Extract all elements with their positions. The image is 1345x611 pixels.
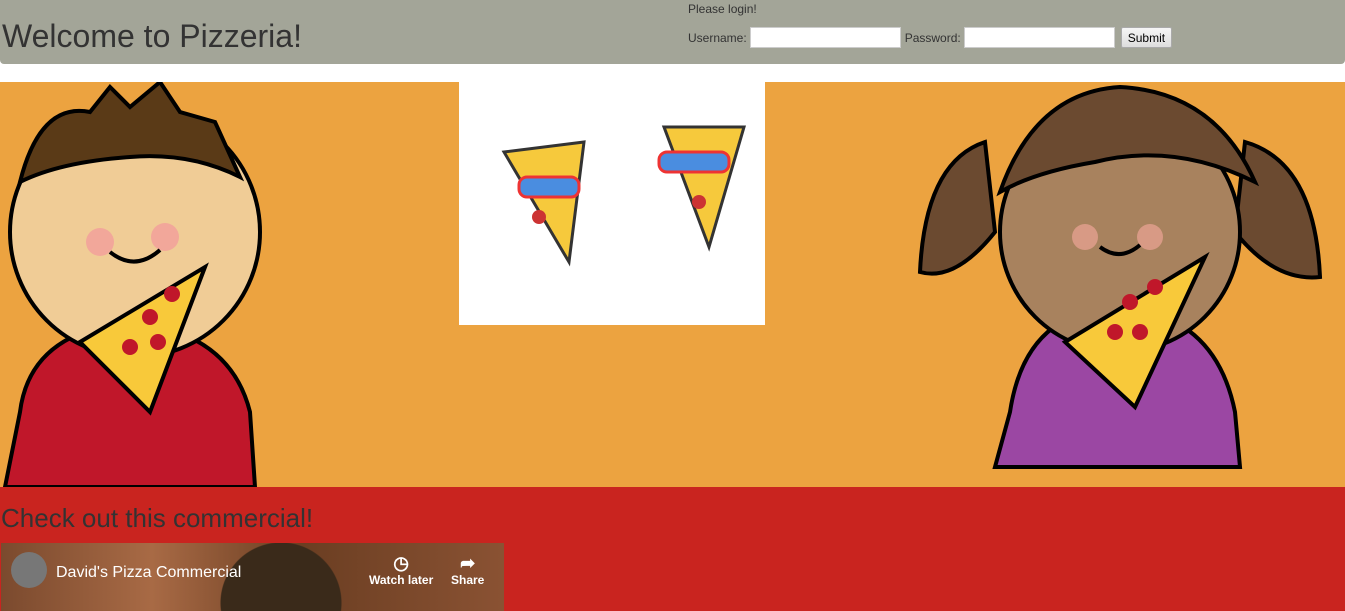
header: Welcome to Pizzeria! Please login! Usern… (0, 0, 1345, 64)
share-button[interactable]: ➦ Share (451, 553, 484, 587)
commercial-heading: Check out this commercial! (1, 503, 314, 533)
hero-band (0, 82, 1345, 487)
girl-eating-pizza-image (917, 84, 1323, 469)
username-input[interactable] (749, 27, 901, 48)
password-input[interactable] (963, 27, 1115, 48)
share-arrow-icon: ➦ (460, 553, 476, 573)
video-player[interactable]: David's Pizza Commercial ◷ Watch later ➦… (1, 543, 504, 611)
login-form: Username: Password: Submit (688, 27, 1173, 48)
login-prompt: Please login! (688, 2, 757, 16)
commercial-section: Check out this commercial! David's Pizza… (0, 487, 1345, 611)
submit-button[interactable]: Submit (1120, 27, 1173, 48)
clock-icon: ◷ (393, 553, 409, 573)
page-title: Welcome to Pizzeria! (2, 18, 302, 54)
share-label: Share (451, 573, 485, 587)
username-label: Username: (688, 30, 747, 45)
watch-later-label: Watch later (369, 573, 434, 587)
password-label: Password: (904, 30, 961, 45)
channel-avatar[interactable] (11, 552, 47, 588)
watch-later-button[interactable]: ◷ Watch later (369, 553, 433, 587)
boy-eating-pizza-image (2, 82, 262, 487)
dancing-pizzas-image (459, 82, 765, 325)
video-title[interactable]: David's Pizza Commercial (56, 564, 241, 582)
